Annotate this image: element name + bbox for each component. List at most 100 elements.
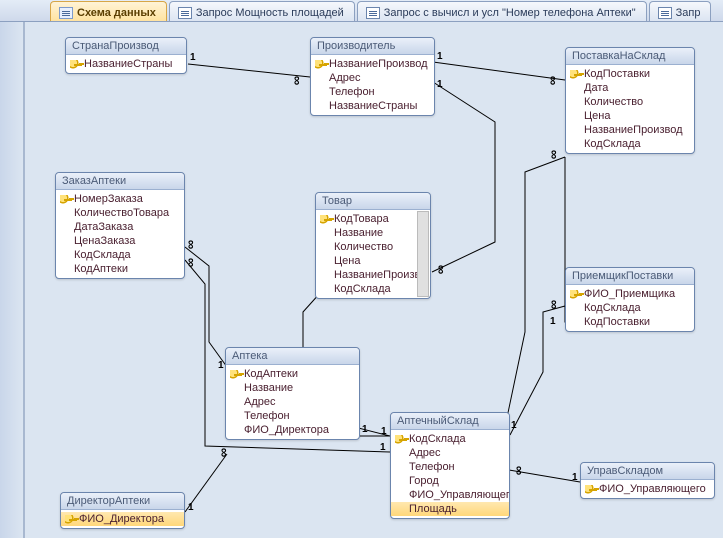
field-list: КодТовара Название Количество Цена Назва… — [316, 210, 430, 298]
card-one: 1 — [550, 316, 556, 327]
card-one: 1 — [437, 79, 443, 90]
tab-label: Схема данных — [77, 7, 156, 19]
card-one: 1 — [511, 420, 517, 431]
field-list: КодСклада Адрес Телефон Город ФИО_Управл… — [391, 430, 509, 518]
entity-title[interactable]: ДиректорАптеки — [61, 493, 184, 510]
field[interactable]: ДатаЗаказа — [56, 220, 184, 234]
entity-warehouse[interactable]: АптечныйСклад КодСклада Адрес Телефон Го… — [390, 412, 510, 519]
field[interactable]: НазваниеПроизвод — [566, 123, 694, 137]
entity-title[interactable]: Производитель — [311, 38, 434, 55]
entity-title[interactable]: УправСкладом — [581, 463, 714, 480]
card-many: ∞ — [550, 300, 559, 309]
card-many: ∞ — [187, 240, 196, 249]
entity-pharmacy[interactable]: Аптека КодАптеки Название Адрес Телефон … — [225, 347, 360, 440]
field-list: НазваниеПроизвод Адрес Телефон НазваниеС… — [311, 55, 434, 115]
field[interactable]: НазваниеПроизвод — [311, 57, 434, 71]
card-many: ∞ — [515, 466, 524, 475]
field[interactable]: Адрес — [226, 395, 359, 409]
tab-query-2[interactable]: Запрос с вычисл и усл "Номер телефона Ап… — [357, 1, 647, 21]
tab-schema[interactable]: Схема данных — [50, 1, 167, 21]
field[interactable]: КодАптеки — [226, 367, 359, 381]
field[interactable]: Телефон — [226, 409, 359, 423]
field[interactable]: НазваниеСтраны — [311, 99, 434, 113]
card-many: ∞ — [437, 265, 446, 274]
field[interactable]: ФИО_Управляющего — [391, 488, 509, 502]
entity-order[interactable]: ЗаказАптеки НомерЗаказа КоличествоТовара… — [55, 172, 185, 279]
field[interactable]: КодСклада — [566, 301, 694, 315]
card-one: 1 — [380, 442, 386, 453]
field[interactable]: КодПоставки — [566, 315, 694, 329]
field[interactable]: ФИО_Приемщика — [566, 287, 694, 301]
field[interactable]: Цена — [316, 254, 430, 268]
field-list: ФИО_Управляющего — [581, 480, 714, 498]
field[interactable]: Адрес — [391, 446, 509, 460]
field[interactable]: КодСклада — [56, 248, 184, 262]
field[interactable]: ФИО_Директора — [61, 512, 184, 526]
field[interactable]: КодАптеки — [56, 262, 184, 276]
card-many: ∞ — [549, 76, 558, 85]
field[interactable]: Адрес — [311, 71, 434, 85]
field[interactable]: Количество — [566, 95, 694, 109]
field[interactable]: НазваниеПроизв — [316, 268, 430, 282]
field-list: НомерЗаказа КоличествоТовара ДатаЗаказа … — [56, 190, 184, 278]
field[interactable]: Телефон — [391, 460, 509, 474]
entity-director[interactable]: ДиректорАптеки ФИО_Директора — [60, 492, 185, 529]
tab-label: Запрос Мощность площадей — [196, 7, 344, 19]
card-many: ∞ — [187, 258, 196, 267]
card-one: 1 — [218, 360, 224, 371]
field[interactable]: КодСклада — [391, 432, 509, 446]
scrollbar-vertical[interactable] — [417, 211, 429, 297]
field[interactable]: Город — [391, 474, 509, 488]
entity-product[interactable]: Товар КодТовара Название Количество Цена… — [315, 192, 431, 299]
tab-label: Запр — [676, 7, 701, 19]
field[interactable]: КодСклада — [566, 137, 694, 151]
entity-title[interactable]: ЗаказАптеки — [56, 173, 184, 190]
card-many: ∞ — [293, 76, 302, 85]
field-list: ФИО_Приемщика КодСклада КодПоставки — [566, 285, 694, 331]
relationship-icon — [59, 7, 73, 19]
field-list: КодПоставки Дата Количество Цена Названи… — [566, 65, 694, 153]
field[interactable]: Дата — [566, 81, 694, 95]
query-icon — [658, 7, 672, 19]
entity-receiver[interactable]: ПриемщикПоставки ФИО_Приемщика КодСклада… — [565, 267, 695, 332]
entity-title[interactable]: Аптека — [226, 348, 359, 365]
field[interactable]: ФИО_Управляющего — [581, 482, 714, 496]
card-one: 1 — [188, 502, 194, 513]
field-list: НазваниеСтраны — [66, 55, 186, 73]
entity-title[interactable]: Товар — [316, 193, 430, 210]
tab-bar: Схема данных Запрос Мощность площадей За… — [0, 0, 723, 22]
entity-country[interactable]: СтранаПроизвод НазваниеСтраны — [65, 37, 187, 74]
field[interactable]: КодСклада — [316, 282, 430, 296]
field[interactable]: Количество — [316, 240, 430, 254]
field[interactable]: НазваниеСтраны — [66, 57, 186, 71]
field[interactable]: ЦенаЗаказа — [56, 234, 184, 248]
tab-query-3[interactable]: Запр — [649, 1, 712, 21]
entity-title[interactable]: ПоставкаНаСклад — [566, 48, 694, 65]
field[interactable]: Телефон — [311, 85, 434, 99]
card-many: ∞ — [220, 448, 229, 457]
field[interactable]: Название — [226, 381, 359, 395]
field[interactable]: НомерЗаказа — [56, 192, 184, 206]
field[interactable]: КодТовара — [316, 212, 430, 226]
field[interactable]: Цена — [566, 109, 694, 123]
tab-query-1[interactable]: Запрос Мощность площадей — [169, 1, 355, 21]
field[interactable]: Площадь — [391, 502, 509, 516]
entity-manager[interactable]: УправСкладом ФИО_Управляющего — [580, 462, 715, 499]
field[interactable]: ФИО_Директора — [226, 423, 359, 437]
field[interactable]: КодПоставки — [566, 67, 694, 81]
field-list: ФИО_Директора — [61, 510, 184, 528]
entity-title[interactable]: АптечныйСклад — [391, 413, 509, 430]
card-one: 1 — [190, 52, 196, 63]
relationship-canvas[interactable]: 1 ∞ 1 ∞ 1 ∞ ∞ 1 ∞ 1 ∞ 1 1 ∞ 1 1 ∞ ∞ 1 ∞ … — [24, 22, 723, 538]
card-many: ∞ — [550, 150, 559, 159]
field-list: КодАптеки Название Адрес Телефон ФИО_Дир… — [226, 365, 359, 439]
query-icon — [366, 7, 380, 19]
field[interactable]: Название — [316, 226, 430, 240]
entity-delivery[interactable]: ПоставкаНаСклад КодПоставки Дата Количес… — [565, 47, 695, 154]
field[interactable]: КоличествоТовара — [56, 206, 184, 220]
card-one: 1 — [362, 424, 368, 435]
entity-title[interactable]: СтранаПроизвод — [66, 38, 186, 55]
left-gutter — [0, 22, 24, 538]
entity-manufacturer[interactable]: Производитель НазваниеПроизвод Адрес Тел… — [310, 37, 435, 116]
entity-title[interactable]: ПриемщикПоставки — [566, 268, 694, 285]
